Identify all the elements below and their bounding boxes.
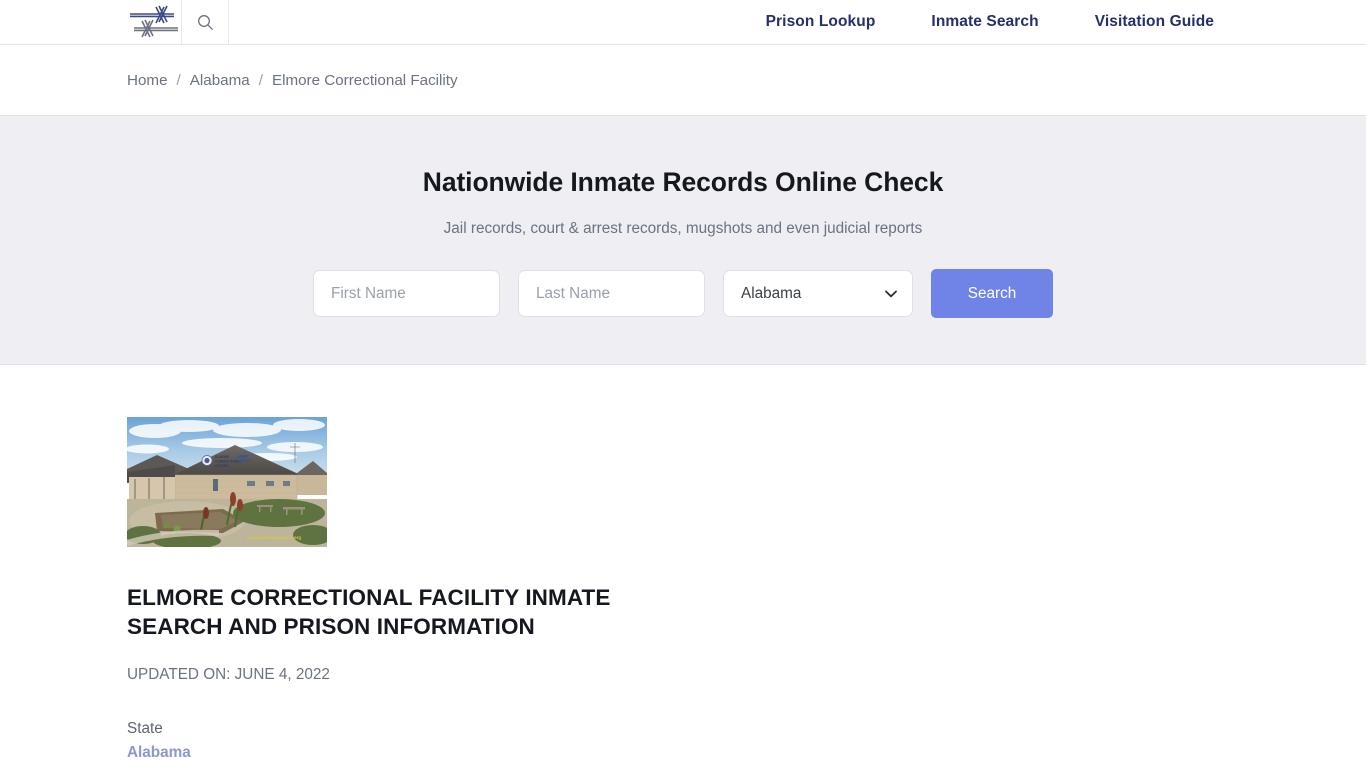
search-submit-button[interactable]: Search — [931, 269, 1053, 318]
first-name-input[interactable] — [313, 270, 500, 317]
nav-link-prison-lookup[interactable]: Prison Lookup — [766, 13, 876, 31]
hero-subtitle: Jail records, court & arrest records, mu… — [443, 220, 923, 237]
page-title: Elmore Correctional Facility Inmate Sear… — [127, 585, 611, 640]
last-name-input[interactable] — [518, 270, 705, 317]
detail-value-state[interactable]: Alabama — [127, 744, 191, 762]
breadcrumb-separator: / — [176, 71, 181, 89]
photo-watermark: marshallcountywpcc.org — [247, 535, 301, 540]
svg-text:ELMORE: ELMORE — [215, 455, 230, 459]
state-select[interactable]: Alabama — [723, 270, 913, 317]
inmate-search-form: Alabama Search — [313, 269, 1053, 318]
breadcrumb-separator: / — [258, 71, 263, 89]
nav-link-inmate-search[interactable]: Inmate Search — [931, 13, 1038, 31]
site-logo[interactable] — [127, 0, 182, 44]
facility-main-content: ELMORE CORRECTIONAL CENTER marshallcount… — [0, 365, 1366, 768]
svg-text:CENTER: CENTER — [215, 464, 229, 468]
svg-text:CORRECTIONAL: CORRECTIONAL — [215, 459, 242, 463]
breadcrumb: Home / Alabama / Elmore Correctional Fac… — [0, 45, 1366, 115]
hero-title: Nationwide Inmate Records Online Check — [422, 167, 944, 197]
site-header: Prison Lookup Inmate Search Visitation G… — [0, 0, 1366, 45]
barbed-wire-logo-icon — [130, 5, 178, 38]
detail-state: State Alabama — [127, 720, 1366, 762]
nav-link-visitation-guide[interactable]: Visitation Guide — [1095, 13, 1214, 31]
breadcrumb-item-current: Elmore Correctional Facility — [271, 71, 458, 89]
search-icon — [197, 14, 213, 30]
main-navigation: Prison Lookup Inmate Search Visitation G… — [766, 0, 1214, 44]
state-select-wrapper: Alabama — [723, 270, 913, 317]
last-updated-text: Updated on: June 4, 2022 — [127, 666, 330, 684]
header-search-toggle[interactable] — [182, 0, 229, 44]
facility-details-left-column: State Alabama Type — [127, 720, 1366, 768]
detail-label-state: State — [127, 720, 163, 738]
hero-search-section: Nationwide Inmate Records Online Check J… — [0, 115, 1366, 365]
breadcrumb-item-alabama[interactable]: Alabama — [190, 72, 250, 89]
elmore-correctional-center-photo: ELMORE CORRECTIONAL CENTER marshallcount… — [127, 417, 327, 547]
header-left-group — [127, 0, 229, 44]
breadcrumb-item-home[interactable]: Home — [127, 72, 168, 89]
